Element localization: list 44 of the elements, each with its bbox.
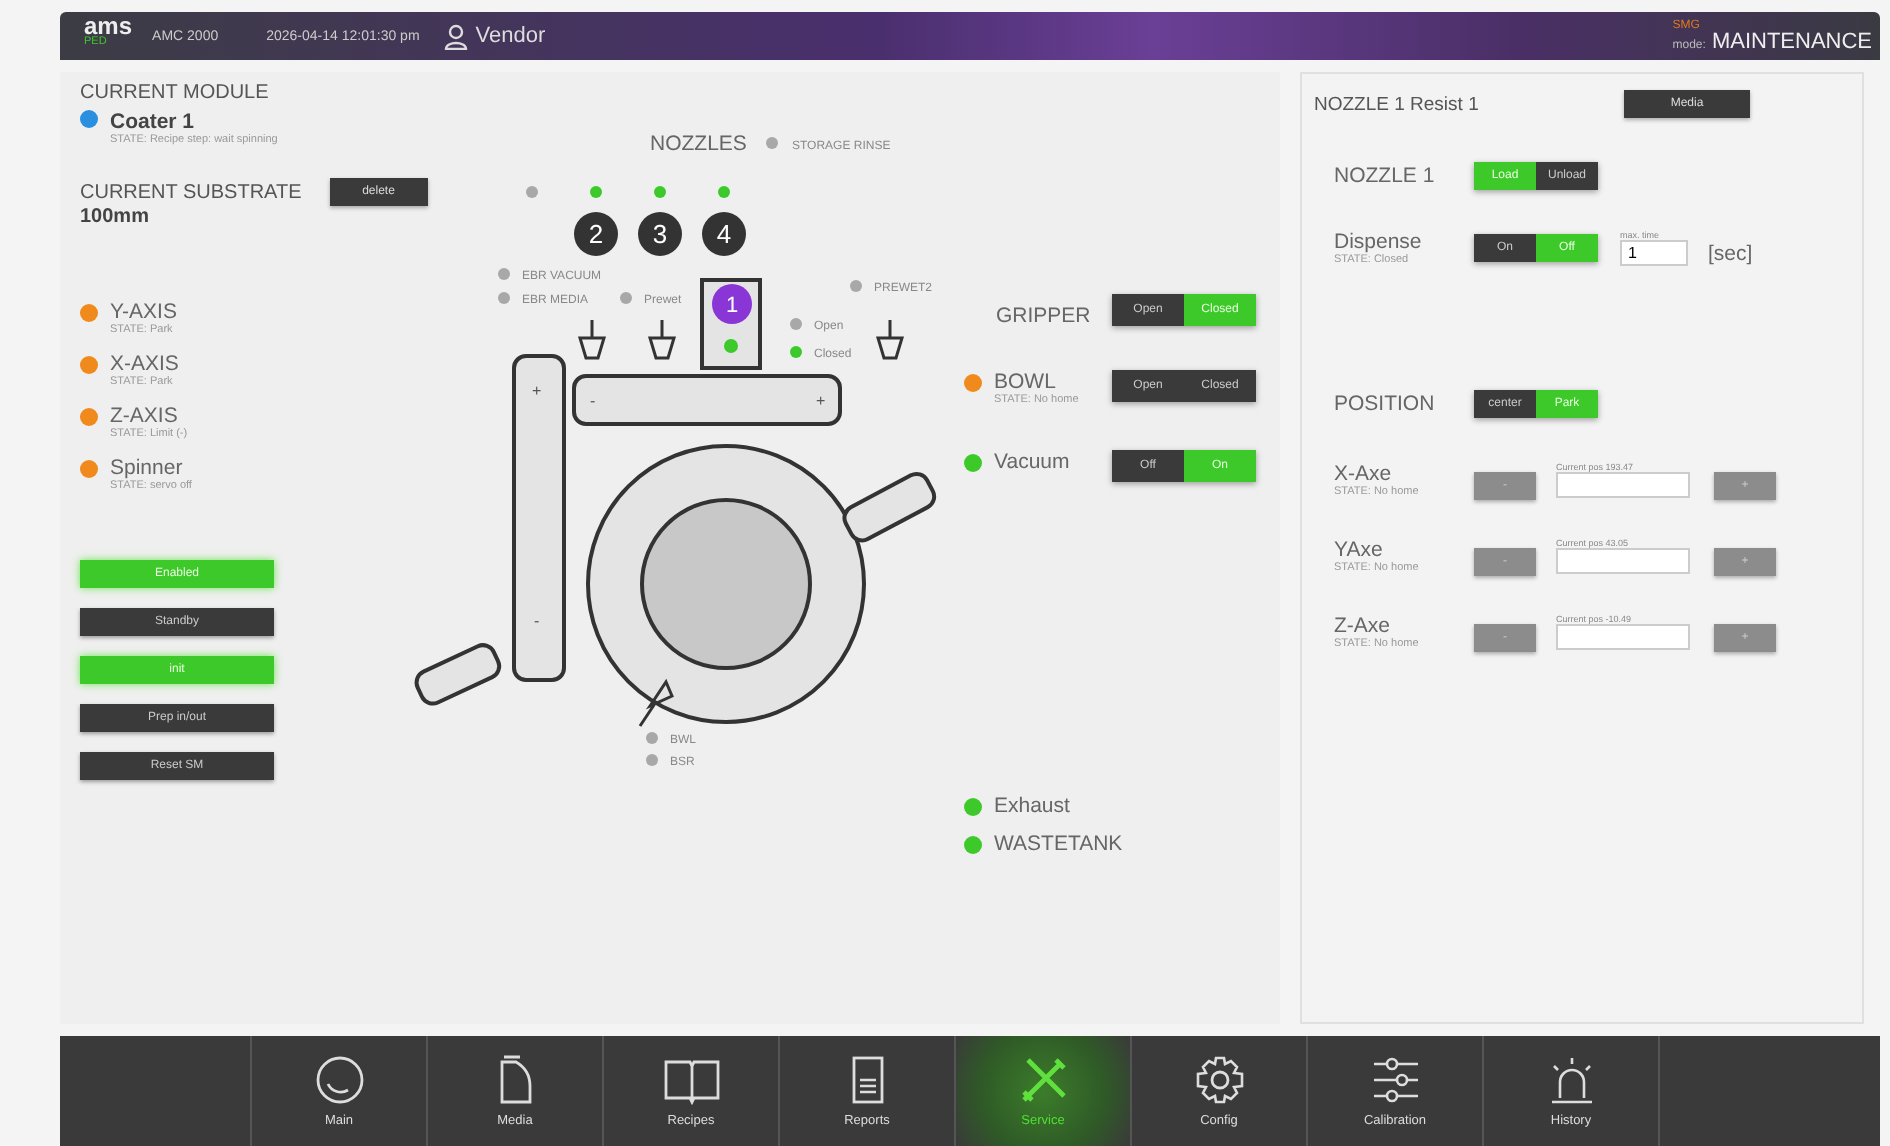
unit-label: [sec] [1708, 242, 1753, 266]
user-icon [443, 23, 468, 49]
arm-sign: + [816, 392, 826, 410]
position-field[interactable] [1556, 623, 1690, 649]
logo-text: ams [84, 16, 133, 38]
nozzles-title: NOZZLES [650, 132, 747, 156]
control-label: NOZZLE 1 [1334, 164, 1437, 188]
funnel-icon [876, 320, 904, 360]
tools-icon [1017, 1054, 1069, 1106]
axis-name: Y-AXIS [110, 300, 177, 324]
control-label: BOWL [994, 370, 1056, 394]
control-label: Vacuum [994, 450, 1070, 474]
panel-title: NOZZLE 1 Resist 1 [1314, 93, 1479, 115]
user-name: Vendor [475, 24, 546, 48]
arm-sign: - [590, 392, 596, 410]
max-time-field[interactable]: 1 [1620, 240, 1688, 266]
section-heading: CURRENT MODULE [80, 82, 271, 104]
axis-name: Z-Axe [1334, 613, 1393, 637]
axis-name: Spinner [110, 456, 183, 480]
axis-name: X-AXIS [110, 352, 179, 376]
axis-name: Z-AXIS [110, 404, 178, 428]
position-field[interactable] [1556, 547, 1690, 573]
indicator-label: Exhaust [994, 794, 1070, 818]
indicator-label: WASTETANK [994, 832, 1123, 856]
axis-name: X-Axe [1334, 461, 1394, 485]
nozzle-badge[interactable]: 3 [638, 212, 682, 256]
section-heading: CURRENT SUBSTRATE [80, 181, 302, 203]
arm-sign: - [534, 612, 540, 630]
position-field[interactable] [1556, 471, 1690, 497]
module-name: Coater 1 [110, 110, 195, 134]
control-label: GRIPPER [996, 304, 1091, 328]
nozzle-badge[interactable]: 2 [574, 212, 618, 256]
circle-icon [313, 1054, 365, 1106]
active-nozzle-badge[interactable]: 1 [712, 284, 752, 324]
nozzle-badge[interactable]: 4 [702, 212, 746, 256]
settings-icon [1193, 1054, 1245, 1106]
control-label: Dispense [1334, 230, 1424, 254]
substrate-value: 100mm [80, 206, 151, 228]
axis-name: YAxe [1334, 537, 1385, 561]
funnel-icon [578, 320, 606, 360]
control-label: POSITION [1334, 392, 1437, 416]
mode-value: MAINTENANCE [1711, 31, 1872, 53]
arm-sign: + [532, 382, 542, 400]
funnel-icon [648, 320, 676, 360]
